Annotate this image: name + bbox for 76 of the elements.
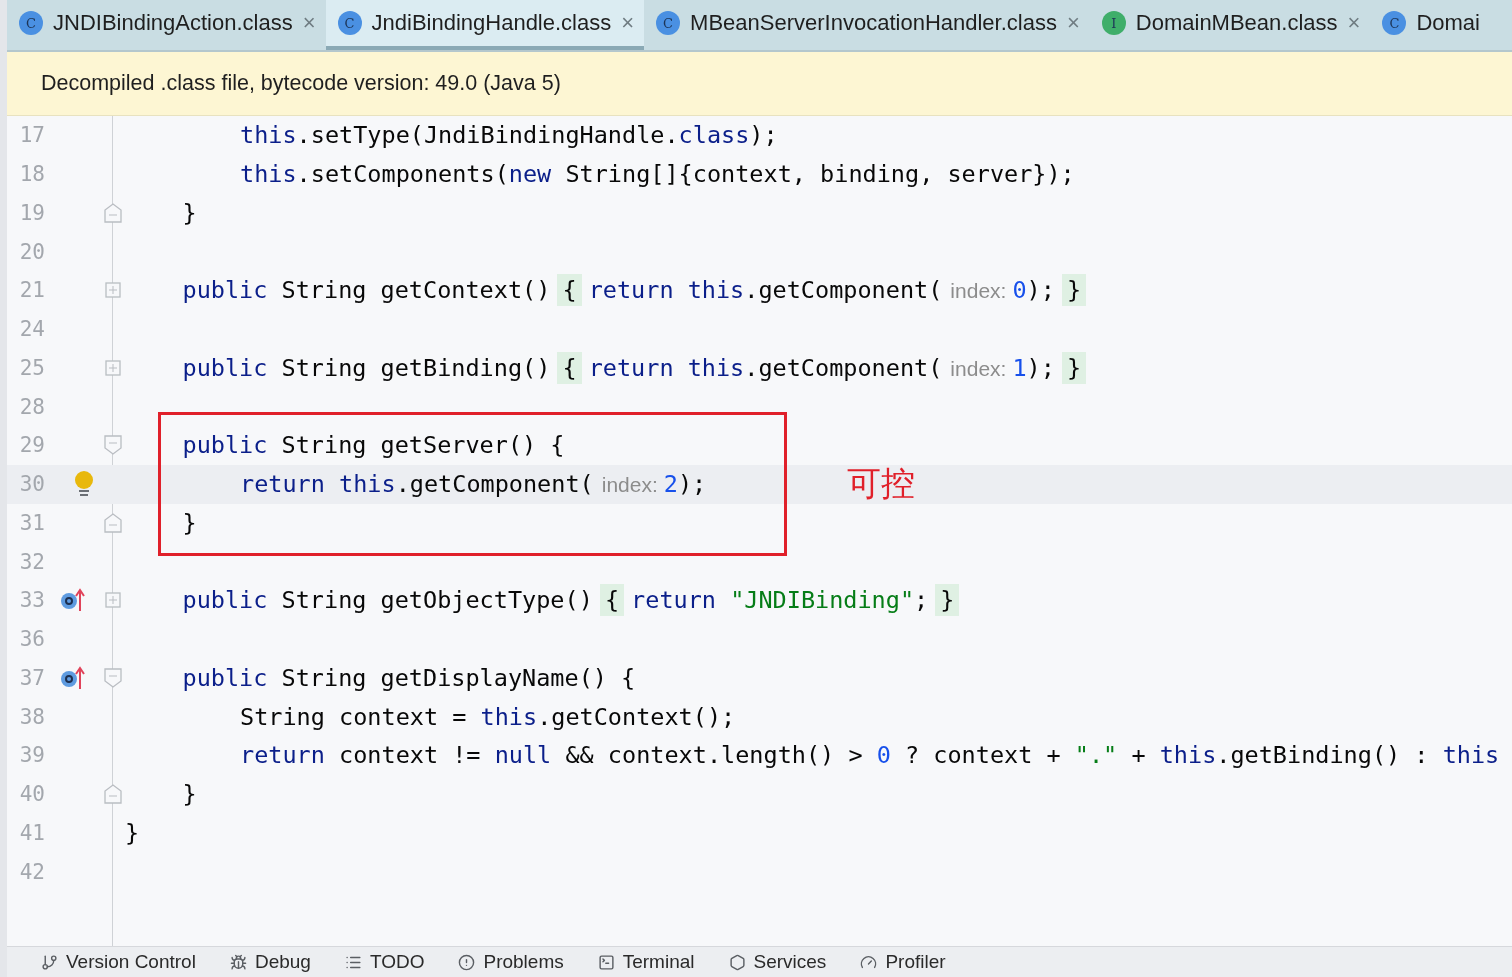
line-number: 20 xyxy=(18,239,45,264)
bug-icon xyxy=(229,953,247,971)
fold-icon[interactable] xyxy=(104,667,122,688)
editor-tab[interactable]: C JndiBindingHandle.class × xyxy=(325,0,645,50)
close-icon[interactable]: × xyxy=(621,10,635,36)
tool-window-button[interactable]: Debug xyxy=(215,951,325,973)
line-number: 33 xyxy=(18,588,45,613)
editor-tab[interactable]: C MBeanServerInvocationHandler.class × xyxy=(644,0,1090,50)
tool-window-button[interactable]: TODO xyxy=(330,951,439,973)
line-number: 25 xyxy=(18,355,45,380)
fold-icon[interactable] xyxy=(104,435,122,456)
line-number: 24 xyxy=(18,317,45,342)
tab-label: Domai xyxy=(1416,10,1480,36)
code-line: } xyxy=(182,198,197,227)
expand-icon[interactable] xyxy=(105,592,121,609)
tool-window-button[interactable]: Profiler xyxy=(846,951,960,973)
code-line: public String getObjectType() { return "JNDIBinding"; } xyxy=(182,586,967,615)
tool-window-button[interactable]: Problems xyxy=(444,951,578,973)
line-number: 19 xyxy=(18,200,45,225)
line-number: 38 xyxy=(18,704,45,729)
expand-icon[interactable] xyxy=(105,359,121,376)
class-icon: C xyxy=(337,11,362,35)
expand-icon[interactable] xyxy=(105,282,121,299)
tool-window-button[interactable]: Terminal xyxy=(583,951,709,973)
code-line: public String getServer() { xyxy=(182,431,565,460)
tab-label: MBeanServerInvocationHandler.class xyxy=(690,10,1057,36)
gauge-icon xyxy=(860,953,878,971)
code-line: String context = this.getContext(); xyxy=(240,702,736,731)
line-number: 18 xyxy=(18,162,45,187)
tab-label: DomainMBean.class xyxy=(1135,10,1338,36)
line-number: 17 xyxy=(18,123,45,148)
class-icon: I xyxy=(1101,11,1126,35)
line-number: 21 xyxy=(18,278,45,303)
line-number: 28 xyxy=(18,394,45,419)
line-number: 31 xyxy=(18,510,45,535)
code-line: public String getDisplayName() { xyxy=(182,663,636,692)
hexagon-icon xyxy=(728,953,746,971)
fold-icon[interactable] xyxy=(104,202,122,223)
lightbulb-icon[interactable] xyxy=(74,470,94,499)
line-number: 42 xyxy=(18,859,45,884)
info-icon xyxy=(458,953,476,971)
editor-tab[interactable]: C JNDIBindingAction.class × xyxy=(7,0,326,50)
terminal-icon xyxy=(597,953,615,971)
fold-icon[interactable] xyxy=(104,512,122,533)
override-icon[interactable] xyxy=(60,665,86,690)
line-number: 36 xyxy=(18,627,45,652)
line-number: 41 xyxy=(18,820,45,845)
line-number: 37 xyxy=(18,665,45,690)
line-number: 32 xyxy=(18,549,45,574)
tab-label: JndiBindingHandle.class xyxy=(371,10,612,36)
line-number: 39 xyxy=(18,743,45,768)
class-icon: C xyxy=(19,11,43,35)
code-line: public String getBinding() { return this.getComponent( index: 1); } xyxy=(182,353,1094,382)
branch-icon xyxy=(41,953,58,971)
code-line: } xyxy=(182,508,197,537)
tab-label: JNDIBindingAction.class xyxy=(53,10,293,36)
class-icon: C xyxy=(1382,11,1407,35)
override-icon[interactable] xyxy=(60,588,86,613)
editor-tab[interactable]: I DomainMBean.class × xyxy=(1089,0,1371,50)
line-number: 40 xyxy=(18,782,45,807)
code-line: } xyxy=(125,818,140,847)
editor-tab[interactable]: C Domai xyxy=(1370,0,1490,50)
code-line: } xyxy=(182,780,197,809)
code-line: return this.getComponent( index: 2); xyxy=(240,470,707,499)
code-line: public String getContext() { return this.getComponent( index: 0); } xyxy=(182,276,1094,305)
annotation-label: 可控 xyxy=(847,461,915,505)
tool-window-button[interactable]: Version Control xyxy=(27,951,210,973)
code-line: this.setType(JndiBindingHandle.class); xyxy=(240,121,778,150)
code-line: this.setComponents(new String[]{context, binding, server}); xyxy=(240,160,1075,189)
fold-icon[interactable] xyxy=(104,784,122,805)
class-icon: C xyxy=(656,11,681,35)
decompiled-banner: Decompiled .class file, bytecode version: 49.0 (Java 5) xyxy=(7,52,1512,116)
line-number: 29 xyxy=(18,433,45,458)
code-line: return context != null && context.length() > 0 ? context + "." + this.getBinding() : this xyxy=(240,741,1500,770)
line-number: 30 xyxy=(18,472,45,497)
tool-window-button[interactable]: Services xyxy=(714,951,841,973)
